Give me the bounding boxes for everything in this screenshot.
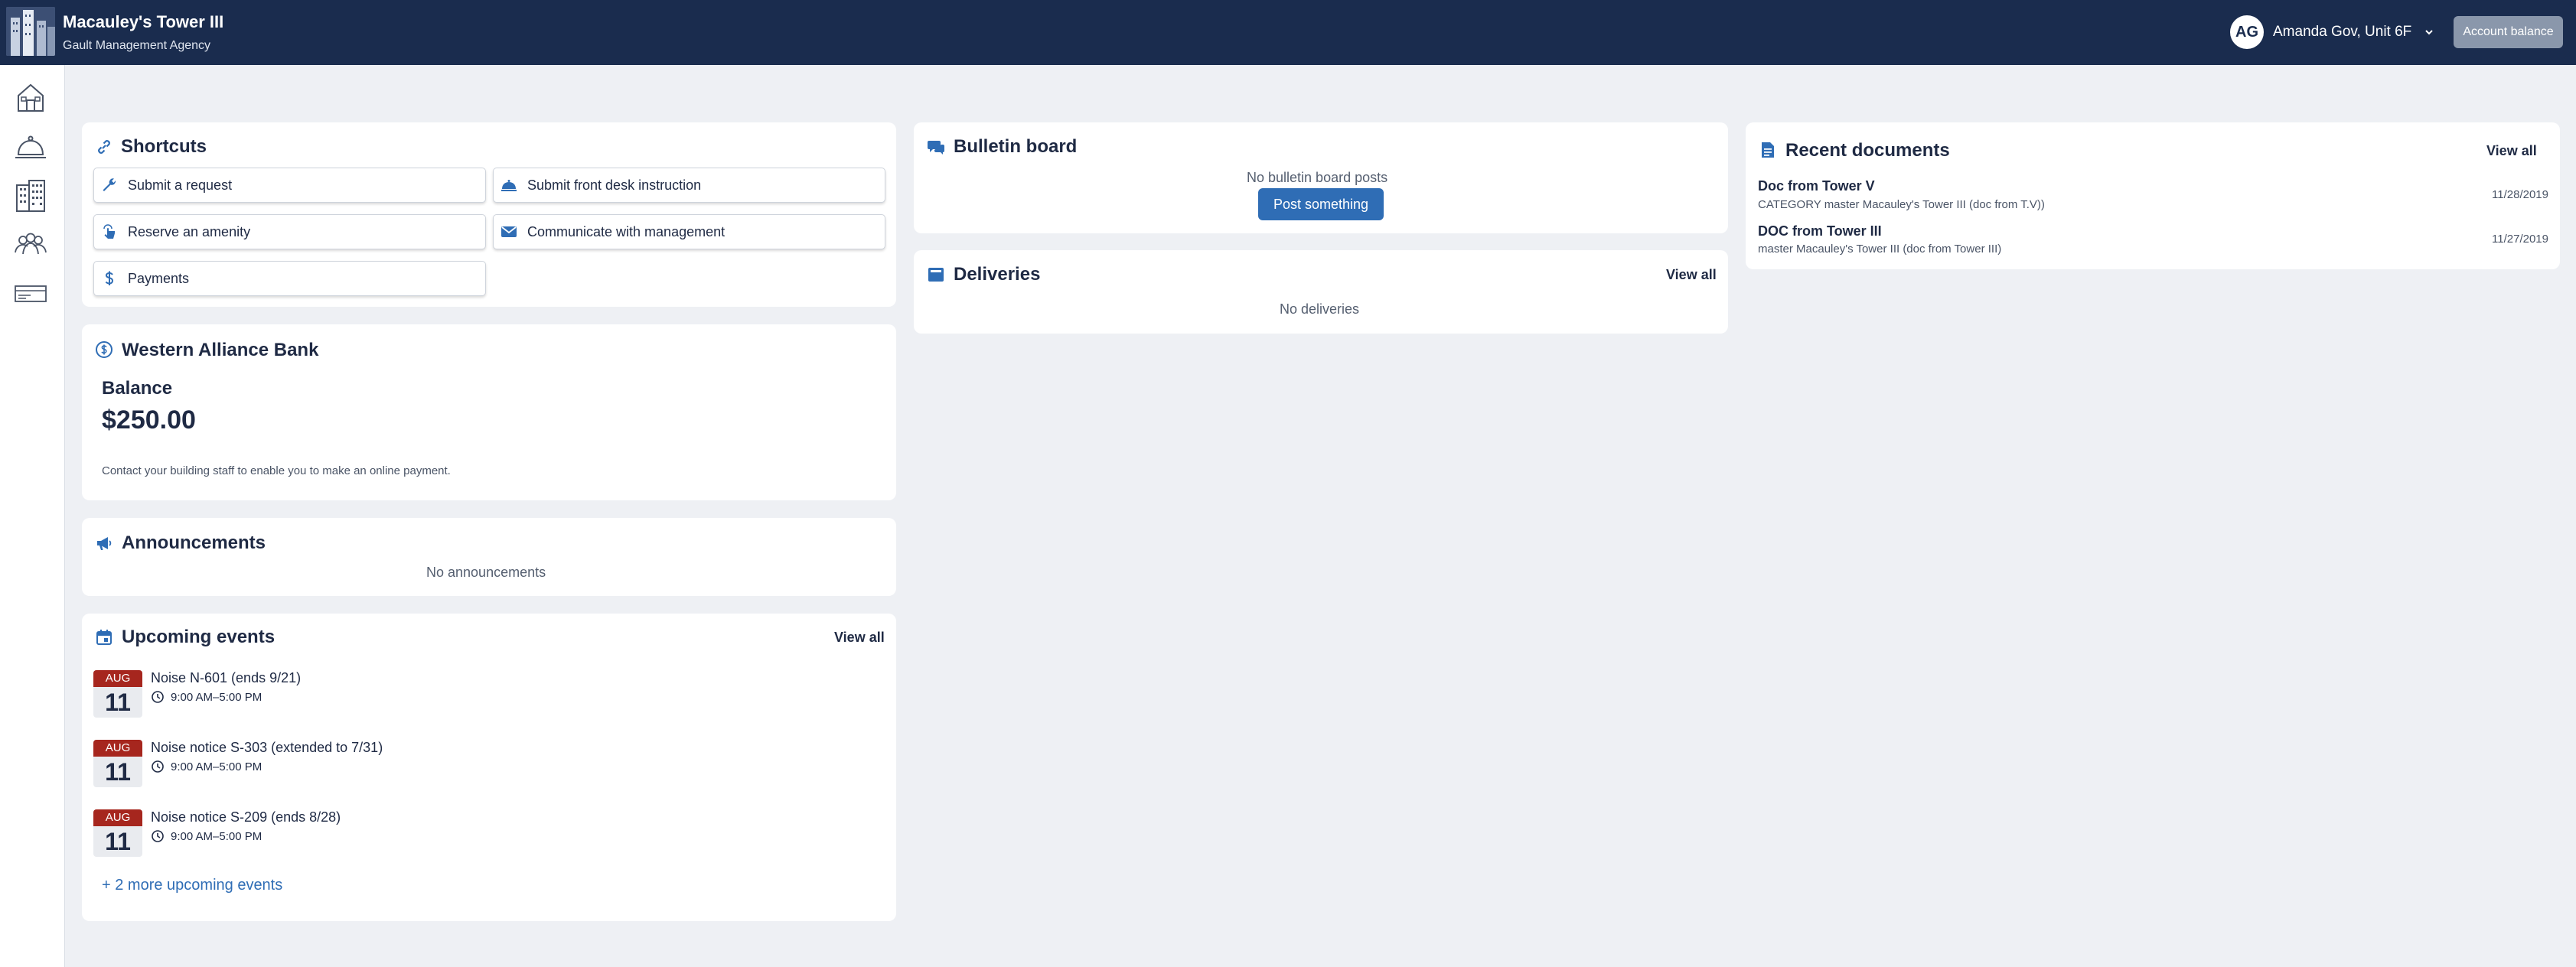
documents-title: Recent documents <box>1785 140 1950 161</box>
people-icon[interactable] <box>14 228 47 262</box>
event-month: AUG <box>93 670 142 687</box>
event-month: AUG <box>93 809 142 826</box>
deliveries-view-all-link[interactable]: View all <box>1666 267 1717 283</box>
property-logo[interactable] <box>6 7 55 56</box>
document-date: 11/28/2019 <box>2492 188 2548 201</box>
event-item[interactable]: AUG 11 Noise notice S-209 (ends 8/28) 9:… <box>93 809 859 858</box>
event-title: Noise notice S-209 (ends 8/28) <box>151 809 341 825</box>
event-time: 9:00 AM–5:00 PM <box>151 690 262 704</box>
chat-bubbles-icon <box>928 141 944 155</box>
sidebar <box>0 65 65 967</box>
balance-label: Balance <box>102 378 173 399</box>
avatar: AG <box>2230 15 2264 49</box>
event-time-text: 9:00 AM–5:00 PM <box>171 690 262 704</box>
event-month: AUG <box>93 740 142 757</box>
property-name: Macauley's Tower III <box>63 12 224 31</box>
bank-note: Contact your building staff to enable yo… <box>102 464 451 477</box>
document-icon <box>1762 142 1774 158</box>
home-icon[interactable] <box>14 80 47 114</box>
event-item[interactable]: AUG 11 Noise N-601 (ends 9/21) 9:00 AM–5… <box>93 670 859 719</box>
deliveries-empty: No deliveries <box>1280 301 1360 317</box>
reserve-amenity-label: Reserve an amenity <box>128 223 251 239</box>
event-day: 11 <box>105 828 131 855</box>
user-name: Amanda Gov, Unit 6F <box>2273 24 2412 40</box>
payments-label: Payments <box>128 270 190 286</box>
payments-button[interactable]: Payments <box>93 261 486 296</box>
concierge-bell-icon[interactable] <box>14 130 47 164</box>
deliveries-card <box>914 250 1728 334</box>
announcements-title: Announcements <box>122 532 266 553</box>
clock-icon <box>152 760 164 773</box>
events-title: Upcoming events <box>122 627 276 647</box>
more-events-link[interactable]: + 2 more upcoming events <box>102 877 282 894</box>
chevron-down-icon <box>2425 30 2433 35</box>
top-header: Macauley's Tower III Gault Management Ag… <box>0 0 2576 65</box>
building-icon[interactable] <box>14 179 47 213</box>
deliveries-title: Deliveries <box>954 264 1041 285</box>
event-time-text: 9:00 AM–5:00 PM <box>171 760 262 773</box>
clock-icon <box>152 830 164 842</box>
event-time: 9:00 AM–5:00 PM <box>151 760 262 773</box>
announcements-card <box>82 518 896 596</box>
balance-amount: $250.00 <box>102 405 196 435</box>
clock-icon <box>152 691 164 703</box>
package-icon <box>928 268 944 282</box>
document-subtitle: master Macauley's Tower III (doc from To… <box>1758 243 2002 256</box>
bank-title: Western Alliance Bank <box>122 340 319 360</box>
event-time-text: 9:00 AM–5:00 PM <box>171 829 262 843</box>
reserve-amenity-button[interactable]: Reserve an amenity <box>93 214 486 249</box>
announcements-empty: No announcements <box>426 565 546 580</box>
agency-name: Gault Management Agency <box>63 39 211 52</box>
documents-view-all-link[interactable]: View all <box>2486 143 2537 159</box>
submit-request-button[interactable]: Submit a request <box>93 168 486 203</box>
tap-icon <box>103 224 115 239</box>
account-balance-button[interactable]: Account balance <box>2454 16 2563 48</box>
megaphone-icon <box>97 537 112 550</box>
bulletin-title: Bulletin board <box>954 136 1078 157</box>
submit-request-label: Submit a request <box>128 177 233 193</box>
event-date-badge: AUG 11 <box>93 740 142 787</box>
event-title: Noise notice S-303 (extended to 7/31) <box>151 740 383 755</box>
events-view-all-link[interactable]: View all <box>834 630 885 646</box>
wrench-icon <box>103 178 116 191</box>
bell-icon <box>501 180 517 191</box>
user-menu[interactable]: AG Amanda Gov, Unit 6F <box>2230 15 2434 49</box>
communicate-management-button[interactable]: Communicate with management <box>493 214 885 249</box>
event-item[interactable]: AUG 11 Noise notice S-303 (extended to 7… <box>93 740 859 789</box>
document-title[interactable]: DOC from Tower III <box>1758 223 1882 239</box>
card-icon[interactable] <box>14 277 47 311</box>
calendar-icon <box>96 630 112 645</box>
mail-icon <box>501 226 517 237</box>
event-time: 9:00 AM–5:00 PM <box>151 829 262 843</box>
event-date-badge: AUG 11 <box>93 670 142 718</box>
bulletin-empty: No bulletin board posts <box>1247 170 1388 185</box>
communicate-management-label: Communicate with management <box>527 223 726 239</box>
shortcuts-title: Shortcuts <box>121 136 207 157</box>
dollar-circle-icon <box>96 341 112 358</box>
event-day: 11 <box>105 758 131 786</box>
dollar-icon <box>105 271 114 285</box>
front-desk-instruction-button[interactable]: Submit front desk instruction <box>493 168 885 203</box>
document-subtitle: CATEGORY master Macauley's Tower III (do… <box>1758 198 2045 211</box>
front-desk-instruction-label: Submit front desk instruction <box>527 177 702 193</box>
event-day: 11 <box>105 689 131 716</box>
document-title[interactable]: Doc from Tower V <box>1758 178 1875 194</box>
link-icon <box>98 140 110 154</box>
event-date-badge: AUG 11 <box>93 809 142 857</box>
event-title: Noise N-601 (ends 9/21) <box>151 670 302 685</box>
post-something-button[interactable]: Post something <box>1258 188 1384 220</box>
document-date: 11/27/2019 <box>2492 233 2548 246</box>
